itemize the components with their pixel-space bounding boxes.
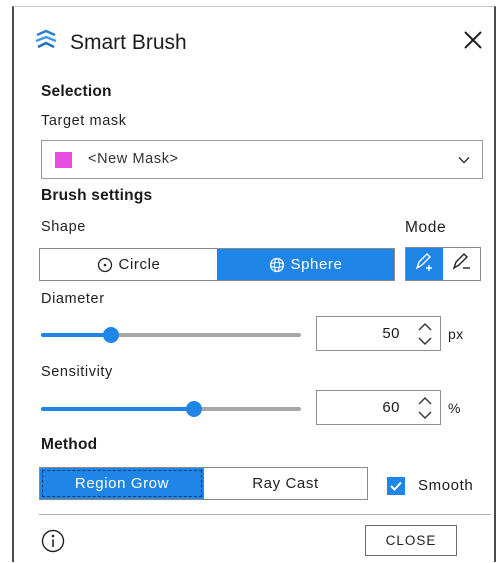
close-icon[interactable] — [458, 25, 488, 55]
mode-label: Mode — [405, 219, 447, 236]
method-selector: Region Grow Ray Cast — [39, 467, 368, 500]
region-grow-button[interactable]: Region Grow — [40, 468, 204, 499]
diameter-value: 50 — [382, 325, 400, 342]
slider-fill — [41, 407, 195, 411]
shape-label: Shape — [41, 219, 86, 235]
sensitivity-slider[interactable] — [41, 399, 301, 419]
smart-brush-dialog: Smart Brush Selection Target mask <New M… — [12, 6, 496, 562]
eraser-icon — [451, 252, 473, 277]
circle-icon — [97, 257, 113, 273]
close-button-label: CLOSE — [385, 533, 437, 548]
ray-cast-label: Ray Cast — [252, 475, 319, 492]
smart-brush-icon — [34, 29, 58, 51]
shape-sphere-button[interactable]: Sphere — [217, 249, 394, 280]
diameter-unit: px — [448, 326, 464, 342]
selection-heading: Selection — [41, 83, 112, 100]
checkmark-icon — [390, 481, 402, 491]
target-mask-label: Target mask — [41, 113, 127, 129]
shape-sphere-label: Sphere — [290, 256, 343, 273]
sphere-icon — [269, 257, 285, 273]
info-icon[interactable] — [41, 529, 65, 553]
slider-thumb[interactable] — [103, 327, 120, 343]
mode-selector — [405, 247, 481, 281]
diameter-label: Diameter — [41, 291, 105, 307]
method-heading: Method — [41, 436, 98, 453]
slider-thumb[interactable] — [186, 401, 203, 417]
paint-add-button[interactable] — [406, 248, 443, 280]
footer-divider — [39, 514, 491, 515]
brush-settings-heading: Brush settings — [41, 187, 153, 204]
diameter-slider[interactable] — [41, 325, 301, 345]
smooth-checkbox[interactable] — [387, 477, 405, 495]
diameter-spinbox[interactable]: 50 — [316, 316, 441, 351]
target-mask-value: <New Mask> — [88, 151, 179, 167]
spinner-arrows-icon[interactable] — [416, 394, 434, 422]
target-mask-dropdown[interactable]: <New Mask> — [41, 140, 483, 179]
smooth-label: Smooth — [418, 477, 474, 494]
shape-circle-label: Circle — [118, 256, 161, 273]
sensitivity-label: Sensitivity — [41, 364, 113, 380]
sensitivity-unit: % — [448, 400, 461, 416]
shape-circle-button[interactable]: Circle — [40, 249, 217, 280]
spinner-arrows-icon[interactable] — [416, 320, 434, 348]
close-button[interactable]: CLOSE — [365, 525, 457, 556]
shape-selector: Circle Sphere — [39, 248, 395, 281]
sensitivity-value: 60 — [382, 399, 400, 416]
eraser-button[interactable] — [443, 248, 480, 280]
sensitivity-spinbox[interactable]: 60 — [316, 390, 441, 425]
window-title: Smart Brush — [70, 31, 187, 54]
paint-add-icon — [414, 252, 436, 277]
slider-fill — [41, 333, 112, 337]
chevron-down-icon — [457, 153, 471, 167]
mask-color-swatch — [55, 152, 72, 168]
region-grow-label: Region Grow — [74, 475, 170, 492]
ray-cast-button[interactable]: Ray Cast — [204, 468, 367, 499]
